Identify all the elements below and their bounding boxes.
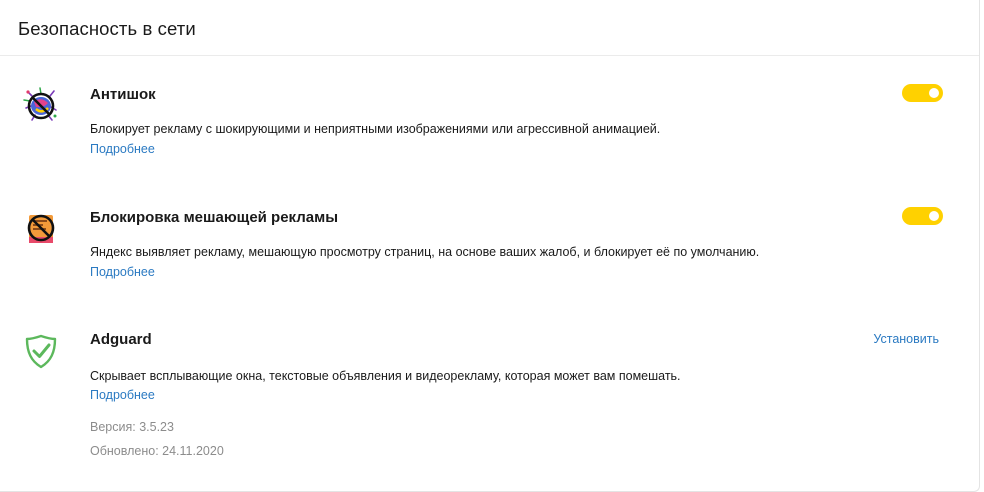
ad-block-toggle[interactable] xyxy=(902,207,943,225)
section-title: Безопасность в сети xyxy=(18,18,196,39)
antishock-toggle[interactable] xyxy=(902,84,943,102)
extension-name: Adguard xyxy=(90,331,152,348)
adguard-shield-icon xyxy=(22,332,60,370)
extension-description: Блокирует рекламу с шокирующими и неприя… xyxy=(90,122,661,136)
extension-name: Антишок xyxy=(90,86,156,103)
toggle-knob xyxy=(929,211,939,221)
extension-description: Яндекс выявляет рекламу, мешающую просмо… xyxy=(90,245,760,259)
more-link[interactable]: Подробнее xyxy=(90,142,155,156)
ad-block-icon xyxy=(22,209,60,247)
more-link[interactable]: Подробнее xyxy=(90,388,155,402)
security-panel: Безопасность в сети Антишок Блокирует ре… xyxy=(0,0,980,492)
version-text: Версия: 3.5.23 xyxy=(90,420,174,434)
extension-name: Блокировка мешающей рекламы xyxy=(90,209,339,226)
install-button[interactable]: Установить xyxy=(873,332,939,346)
more-link[interactable]: Подробнее xyxy=(90,265,155,279)
updated-text: Обновлено: 24.11.2020 xyxy=(90,444,224,458)
toggle-knob xyxy=(929,88,939,98)
section-header: Безопасность в сети xyxy=(0,0,979,56)
extension-description: Скрывает всплывающие окна, текстовые объ… xyxy=(90,369,681,383)
antishock-icon xyxy=(22,86,60,124)
